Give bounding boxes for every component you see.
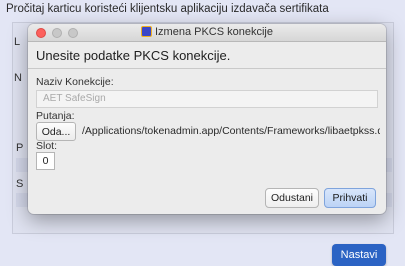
dialog-title-text: Izmena PKCS konekcije bbox=[155, 26, 273, 38]
accept-button[interactable]: Prihvati bbox=[324, 188, 376, 208]
background-fragment: N bbox=[14, 72, 22, 84]
dialog-title: Izmena PKCS konekcije bbox=[28, 26, 386, 38]
background-fragment: P bbox=[16, 142, 24, 154]
slot-field[interactable]: 0 bbox=[36, 152, 55, 170]
dialog-heading: Unesite podatke PKCS konekcije. bbox=[36, 48, 231, 63]
browse-button[interactable]: Oda... bbox=[36, 122, 76, 141]
background-title: Pročitaj karticu koristeći klijentsku ap… bbox=[6, 3, 329, 15]
background-fragment: L bbox=[14, 36, 21, 48]
app-icon bbox=[141, 26, 152, 37]
connection-name-label: Naziv Konekcije: bbox=[36, 76, 114, 88]
divider bbox=[28, 68, 386, 69]
pkcs-connection-dialog: Izmena PKCS konekcije Unesite podatke PK… bbox=[28, 24, 386, 214]
cancel-button[interactable]: Odustani bbox=[265, 188, 319, 208]
next-button[interactable]: Nastavi bbox=[332, 244, 386, 266]
dialog-titlebar: Izmena PKCS konekcije bbox=[28, 24, 386, 42]
background-fragment: S bbox=[16, 178, 24, 190]
connection-name-field[interactable]: AET SafeSign bbox=[36, 90, 378, 108]
slot-label: Slot: bbox=[36, 140, 58, 152]
path-label: Putanja: bbox=[36, 110, 75, 122]
library-path-value: /Applications/tokenadmin.app/Contents/Fr… bbox=[82, 125, 380, 137]
